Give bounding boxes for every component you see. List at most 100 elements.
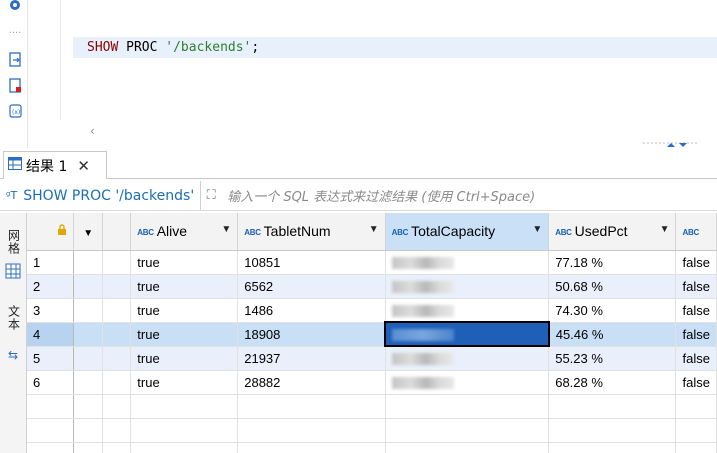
column-header-alive[interactable]: ABC Alive ▼	[130, 213, 239, 251]
col-filter-header[interactable]: ▼	[73, 213, 104, 251]
cell-tabletnum[interactable]: 28882	[237, 370, 386, 395]
cell-last[interactable]: false	[675, 274, 717, 299]
chevron-down-icon[interactable]: ▼	[660, 224, 670, 235]
cell-usedpct[interactable]: 55.23 %	[548, 346, 677, 371]
redacted-value	[391, 377, 454, 390]
column-title: TotalCapacity	[411, 223, 496, 240]
table-row[interactable]: 2 true 6562 50.68 % false	[27, 274, 717, 299]
sql-statement-line[interactable]: SHOW PROC '/backends';	[73, 37, 717, 58]
chevron-down-icon[interactable]: ▼	[83, 228, 93, 239]
row-marker	[73, 322, 104, 347]
abc-type-icon: ABC	[682, 228, 699, 238]
row-number[interactable]: 5	[27, 346, 75, 371]
chevron-down-icon[interactable]: ▼	[532, 224, 542, 235]
cell-usedpct[interactable]: 50.68 %	[548, 274, 677, 299]
scroll-indicator[interactable]	[643, 138, 697, 147]
scroll-left-icon[interactable]: ‹	[90, 124, 95, 138]
cell-last[interactable]: false	[675, 298, 717, 323]
editor-horizontal-scrollbar[interactable]: ‹	[28, 120, 717, 148]
cell-tabletnum[interactable]: 6562	[237, 274, 386, 299]
result-grid[interactable]: ▼ ABC Alive ▼ ABC TabletNum ▼ ABC TotalCapaci…	[27, 213, 717, 453]
record-view-icon[interactable]: ⇆	[4, 349, 22, 362]
cell-last[interactable]: false	[675, 322, 717, 347]
variable-icon[interactable]: (x)	[8, 104, 22, 118]
cell-usedpct[interactable]: 45.46 %	[548, 322, 677, 347]
chevron-down-icon[interactable]: ▼	[221, 224, 231, 235]
cell-usedpct[interactable]: 74.30 %	[548, 298, 677, 323]
cell-alive[interactable]: true	[130, 274, 239, 299]
row-gap	[102, 298, 132, 323]
table-row[interactable]: 5 true 21937 55.23 % false	[27, 346, 717, 371]
row-number[interactable]: 1	[27, 250, 75, 275]
row-number[interactable]: 4	[27, 322, 75, 347]
table-row[interactable]: 1 true 10851 77.18 % false	[27, 250, 717, 275]
more-dots-icon[interactable]: ····	[8, 26, 22, 40]
row-marker	[73, 274, 104, 299]
redacted-value	[391, 281, 454, 294]
grid-view-icon[interactable]	[4, 263, 22, 279]
export-icon[interactable]	[8, 51, 22, 67]
column-header-tabletnum[interactable]: ABC TabletNum ▼	[237, 213, 386, 251]
cell-alive[interactable]: true	[130, 370, 239, 395]
abc-type-icon: ABC	[391, 228, 409, 238]
redacted-value	[391, 353, 454, 366]
column-header-next[interactable]: ABC	[675, 213, 717, 251]
sql-query-icon: ᵍT	[6, 189, 18, 202]
table-row[interactable]: 6 true 28882 68.28 % false	[27, 370, 717, 395]
result-tab-bar: 结果 1 ✕	[0, 148, 717, 179]
text-view-tab[interactable]: 文本	[4, 305, 22, 331]
redacted-value	[391, 304, 454, 317]
cell-totalcapacity[interactable]	[385, 250, 550, 275]
abc-type-icon: ABC	[244, 228, 261, 238]
cell-tabletnum[interactable]: 18908	[237, 322, 386, 347]
editor-gutter	[60, 0, 72, 120]
cell-last[interactable]: false	[675, 346, 717, 371]
cell-tabletnum[interactable]: 21937	[237, 346, 386, 371]
cell-last[interactable]: false	[675, 250, 717, 275]
close-icon[interactable]: ✕	[77, 157, 90, 175]
error-file-icon[interactable]	[8, 77, 22, 93]
cell-alive[interactable]: true	[130, 346, 239, 371]
cell-alive[interactable]: true	[130, 322, 239, 347]
cell-alive[interactable]: true	[130, 250, 239, 275]
chevron-down-icon[interactable]: ▼	[369, 224, 379, 235]
column-title: UsedPct	[574, 223, 628, 240]
result-filter-bar: ᵍT SHOW PROC '/backends' ⛶ 输入一个 SQL 表达式来…	[0, 181, 717, 211]
filter-input[interactable]: 输入一个 SQL 表达式来过滤结果 (使用 Ctrl+Space)	[221, 186, 535, 205]
cell-usedpct[interactable]: 77.18 %	[548, 250, 677, 275]
col-hidden-header[interactable]	[102, 213, 132, 251]
table-row-selected[interactable]: 4 true 18908 45.46 % false	[27, 321, 717, 347]
column-header-totalcapacity[interactable]: ABC TotalCapacity ▼	[385, 213, 550, 251]
column-title: TabletNum	[263, 223, 331, 240]
svg-text:(x): (x)	[12, 109, 20, 116]
expand-icon[interactable]: ⛶	[201, 188, 221, 203]
grid-table-icon	[8, 157, 22, 174]
cell-tabletnum[interactable]: 1486	[237, 298, 386, 323]
sql-string-literal: '/backends'	[165, 40, 252, 55]
sql-editor[interactable]: SHOW PROC '/backends';	[28, 0, 717, 120]
cell-totalcapacity-selected[interactable]	[384, 321, 550, 347]
grid-view-tab[interactable]: 网格	[4, 229, 22, 255]
row-marker	[73, 250, 104, 275]
cell-last[interactable]: false	[675, 370, 717, 395]
query-label: ᵍT SHOW PROC '/backends'	[0, 181, 202, 210]
cell-tabletnum[interactable]: 10851	[237, 250, 386, 275]
settings-gear-icon[interactable]	[8, 0, 22, 12]
tab-label: 结果 1	[26, 158, 68, 175]
row-number[interactable]: 3	[27, 298, 75, 323]
cell-usedpct[interactable]: 68.28 %	[548, 370, 677, 395]
sql-terminator: ;	[251, 40, 260, 55]
row-number[interactable]: 2	[27, 274, 75, 299]
cell-totalcapacity[interactable]	[385, 370, 550, 395]
tab-result-1[interactable]: 结果 1 ✕	[3, 151, 107, 179]
empty-row	[27, 394, 717, 419]
cell-totalcapacity[interactable]	[385, 274, 550, 299]
row-number[interactable]: 6	[27, 370, 75, 395]
cell-totalcapacity[interactable]	[385, 346, 550, 371]
cell-totalcapacity[interactable]	[385, 298, 550, 323]
cell-alive[interactable]: true	[130, 298, 239, 323]
table-row[interactable]: 3 true 1486 74.30 % false	[27, 298, 717, 323]
column-header-usedpct[interactable]: ABC UsedPct ▼	[548, 213, 677, 251]
result-table: ▼ ABC Alive ▼ ABC TabletNum ▼ ABC TotalCapaci…	[27, 213, 717, 453]
row-gap	[102, 346, 132, 371]
